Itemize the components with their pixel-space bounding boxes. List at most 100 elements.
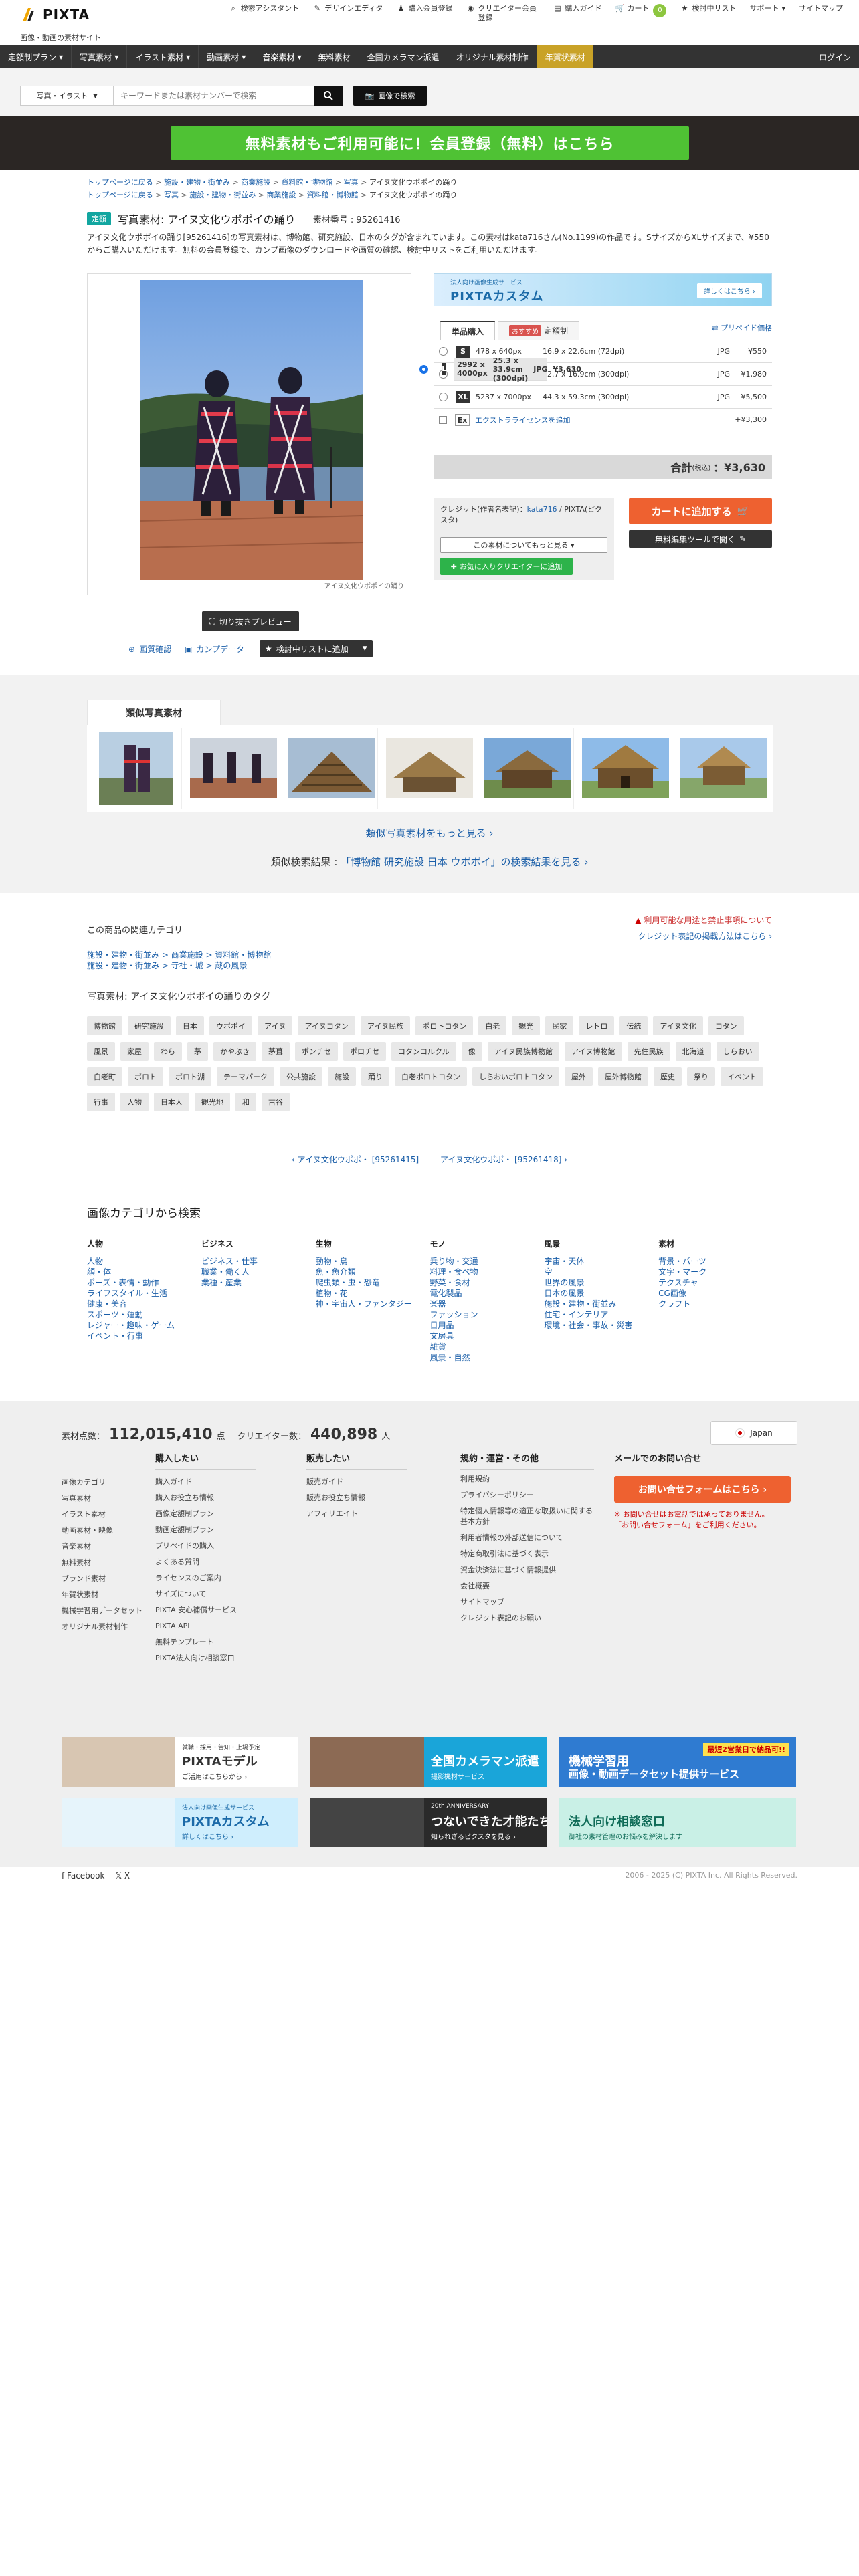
tag-chip[interactable]: 茅葺 [262, 1042, 290, 1061]
breadcrumb-link[interactable]: 施設・建物・街並み [164, 178, 230, 187]
footer-link[interactable]: よくある質問 [155, 1554, 256, 1570]
tag-chip[interactable]: ポロトコタン [415, 1016, 474, 1035]
footer-link[interactable]: サイズについて [155, 1586, 256, 1602]
footer-link[interactable]: 利用者情報の外部送信について [460, 1533, 594, 1543]
topnav-item[interactable]: ◉ クリエイター会員登録 [459, 4, 546, 23]
footer-link[interactable]: PIXTA API [155, 1618, 256, 1634]
category-link[interactable]: 顔・体 [87, 1267, 201, 1277]
footer-link[interactable]: 画像定額制プラン [155, 1506, 256, 1522]
prepaid-price-link[interactable]: ⇄ プリペイド価格 [712, 322, 772, 333]
category-link[interactable]: テクスチャ [658, 1277, 773, 1288]
footer-link[interactable]: 年賀状素材 [62, 1587, 142, 1603]
credit-author-link[interactable]: kata716 [527, 505, 557, 514]
more-about-button[interactable]: この素材についてもっと見る ▾ [440, 537, 607, 553]
category-link[interactable]: 住宅・インテリア [544, 1309, 658, 1320]
tag-chip[interactable]: コタン [708, 1016, 744, 1035]
category-link[interactable]: 料理・食べ物 [430, 1267, 544, 1277]
category-link[interactable]: 宇宙・天体 [544, 1256, 658, 1267]
ad-ml-dataset[interactable]: 機械学習用 画像・動画データセット提供サービス 最短2営業日で納品可!! [559, 1737, 796, 1787]
breadcrumb-link[interactable]: 資料館・博物館 [307, 191, 359, 199]
free-edit-button[interactable]: 無料編集ツールで開く ✎ [629, 530, 772, 548]
tag-chip[interactable]: 白老ポロトコタン [395, 1067, 467, 1086]
category-link[interactable]: 雑貨 [430, 1341, 544, 1352]
tag-chip[interactable]: 北海道 [675, 1042, 711, 1061]
breadcrumb-link[interactable]: 施設・建物・街並み [189, 191, 256, 199]
facebook-link[interactable]: f Facebook [62, 1871, 104, 1881]
breadcrumb-link[interactable]: 商業施設 [266, 191, 296, 199]
topnav-item[interactable]: ⌕ 検索アシスタント [222, 4, 306, 23]
tag-chip[interactable]: しらおいポロトコタン [472, 1067, 559, 1086]
category-link[interactable]: 施設・建物・街並み [544, 1299, 658, 1309]
topnav-item[interactable]: ♟ 購入会員登録 [389, 4, 459, 23]
size-radio[interactable] [439, 347, 448, 356]
topnav-item[interactable]: サイトマップ [792, 4, 850, 23]
language-select[interactable]: Japan [710, 1421, 797, 1445]
tag-chip[interactable]: 和 [235, 1093, 256, 1111]
price-row-xl[interactable]: XL 5237 x 7000px 44.3 x 59.3cm (300dpi) JPG… [434, 386, 772, 409]
footer-link[interactable]: 販売お役立ち情報 [306, 1490, 407, 1506]
tag-chip[interactable]: 行事 [87, 1093, 115, 1111]
ad-pixta-model[interactable]: 就職・採用・告知・上場予定 PIXTAモデル ご活用はこちらから › [62, 1737, 298, 1787]
tag-chip[interactable]: 屋外 [565, 1067, 593, 1086]
category-4[interactable]: 動画素材 ▼ [199, 45, 255, 68]
footer-link[interactable]: 資金決済法に基づく情報提供 [460, 1565, 594, 1576]
breadcrumb-link[interactable]: 写真 [344, 178, 359, 187]
signup-banner-button[interactable]: 無料素材もご利用可能に！会員登録（無料）はこちら [171, 126, 689, 160]
related-link[interactable]: 施設・建物・街並み > 寺社・城 > 蔵の風景 [87, 960, 271, 971]
category-link[interactable]: 世界の風景 [544, 1277, 658, 1288]
usage-rules-link[interactable]: ▲ 利用可能な用途と禁止事項について [635, 912, 772, 928]
category-link[interactable]: 風景・自然 [430, 1352, 544, 1363]
category-link[interactable]: 爬虫類・虫・恐竜 [316, 1277, 430, 1288]
quality-check-link[interactable]: ⊕ 画質確認 [128, 643, 171, 655]
category-link[interactable]: 野菜・食材 [430, 1277, 544, 1288]
login-link[interactable]: ログイン [819, 45, 851, 68]
footer-link[interactable]: 機械学習用データセット [62, 1603, 142, 1619]
category-3[interactable]: イラスト素材 ▼ [127, 45, 199, 68]
category-link[interactable]: 人物 [87, 1256, 201, 1267]
extra-license-checkbox[interactable] [439, 415, 447, 424]
tag-chip[interactable]: 観光地 [195, 1093, 230, 1111]
tag-chip[interactable]: ポンチセ [295, 1042, 338, 1061]
tag-chip[interactable]: アイヌ民族 [360, 1016, 411, 1035]
ad-camera-dispatch[interactable]: 全国カメラマン派遣 撮影機材サービス [310, 1737, 547, 1787]
similar-thumb[interactable] [481, 728, 575, 809]
pixta-logo[interactable]: PIXTA [20, 5, 90, 24]
footer-link[interactable]: PIXTA 安心補償サービス [155, 1602, 256, 1618]
add-to-cart-button[interactable]: カートに追加する 🛒 [629, 498, 772, 524]
similar-thumb[interactable] [579, 728, 672, 809]
tag-chip[interactable]: わら [154, 1042, 182, 1061]
tag-chip[interactable]: 古谷 [262, 1093, 290, 1111]
category-link[interactable]: レジャー・趣味・ゲーム [87, 1320, 201, 1331]
credit-method-link[interactable]: クレジット表記の掲載方法はこちら › [635, 928, 772, 944]
search-button[interactable] [314, 86, 343, 106]
tag-chip[interactable]: イベント [721, 1067, 763, 1086]
footer-link[interactable]: クレジット表記のお願い [460, 1613, 594, 1624]
tag-chip[interactable]: 風景 [87, 1042, 115, 1061]
category-link[interactable]: 日本の風景 [544, 1288, 658, 1299]
tag-chip[interactable]: 白老 [478, 1016, 507, 1035]
tag-chip[interactable]: 日本人 [154, 1093, 189, 1111]
tag-chip[interactable]: 先住民族 [627, 1042, 670, 1061]
ad-20th[interactable]: 20th ANNIVERSARY つないできた才能たち 知られざるピクスタを見る › [310, 1798, 547, 1847]
footer-link[interactable]: 画像カテゴリ [62, 1475, 142, 1491]
category-link[interactable]: ファッション [430, 1309, 544, 1320]
tag-chip[interactable]: アイヌ民族博物館 [487, 1042, 560, 1061]
category-link[interactable]: 神・宇宙人・ファンタジー [316, 1299, 430, 1309]
footer-link[interactable]: 無料素材 [62, 1555, 142, 1571]
chevron-down-icon[interactable]: ▼ [356, 645, 367, 652]
footer-link[interactable]: ブランド素材 [62, 1571, 142, 1587]
tag-chip[interactable]: 白老町 [87, 1067, 122, 1086]
category-link[interactable]: 文字・マーク [658, 1267, 773, 1277]
breadcrumb-link[interactable]: 写真 [164, 191, 179, 199]
category-link[interactable]: 文房具 [430, 1331, 544, 1341]
tag-chip[interactable]: 日本 [176, 1016, 204, 1035]
tag-chip[interactable]: 観光 [512, 1016, 541, 1035]
price-row-l[interactable]: L 2992 x 4000px 25.3 x 33.9cm (300dpi) JPG ¥… [419, 356, 581, 383]
topnav-item[interactable]: ✎ デザインエディタ [306, 4, 389, 23]
search-type-select[interactable]: 写真・イラスト ▼ [20, 86, 114, 106]
tag-chip[interactable]: 屋外博物館 [598, 1067, 648, 1086]
image-search-button[interactable]: 📷 画像で検索 [353, 86, 427, 106]
category-link[interactable]: イベント・行事 [87, 1331, 201, 1341]
category-6[interactable]: 無料素材 [310, 45, 359, 68]
main-photo[interactable] [140, 280, 363, 580]
